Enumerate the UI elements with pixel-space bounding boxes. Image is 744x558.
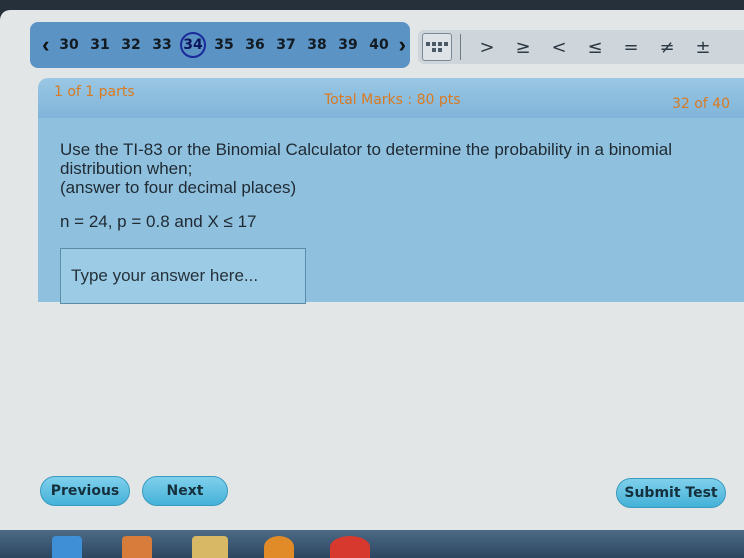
parts-header: 1 of 1 parts Total Marks : 80 pts 32 of … (38, 78, 744, 120)
question-number[interactable]: 35 (209, 37, 240, 53)
next-questions-arrow-icon[interactable]: › (395, 34, 411, 56)
not-equal-symbol-button[interactable]: ≠ (649, 37, 685, 58)
answer-input[interactable] (60, 248, 306, 304)
prev-questions-arrow-icon[interactable]: ‹ (38, 34, 54, 56)
question-number[interactable]: 37 (271, 37, 302, 53)
submit-test-button[interactable]: Submit Test (616, 478, 726, 508)
question-parameters: n = 24, p = 0.8 and X ≤ 17 (60, 212, 257, 231)
question-text: Use the TI-83 or the Binomial Calculator… (60, 140, 720, 197)
question-number[interactable]: 30 (54, 37, 85, 53)
question-number[interactable]: 33 (147, 37, 178, 53)
symbol-grid-icon[interactable] (422, 33, 452, 61)
question-number[interactable]: 40 (364, 37, 395, 53)
current-question-number[interactable]: 34 (178, 32, 209, 58)
next-button[interactable]: Next (142, 476, 228, 506)
less-equal-symbol-button[interactable]: ≤ (577, 37, 613, 58)
greater-than-symbol-button[interactable]: > (469, 37, 505, 58)
question-progress: 32 of 40 (671, 96, 730, 112)
question-instruction: (answer to four decimal places) (60, 178, 297, 197)
parts-count: 1 of 1 parts (54, 84, 135, 100)
symbol-toolbar: > ≥ < ≤ = ≠ ± (418, 30, 744, 64)
question-panel: Use the TI-83 or the Binomial Calculator… (38, 118, 744, 304)
plus-minus-symbol-button[interactable]: ± (685, 37, 721, 58)
greater-equal-symbol-button[interactable]: ≥ (505, 37, 541, 58)
file-explorer-icon[interactable] (192, 536, 228, 558)
question-number[interactable]: 39 (333, 37, 364, 53)
previous-button[interactable]: Previous (40, 476, 130, 506)
less-than-symbol-button[interactable]: < (541, 37, 577, 58)
chrome-icon[interactable] (330, 536, 370, 558)
toolbar-divider (460, 34, 461, 60)
question-number[interactable]: 36 (240, 37, 271, 53)
question-prompt: Use the TI-83 or the Binomial Calculator… (60, 140, 672, 178)
question-number-list: 30 31 32 33 34 35 36 37 38 39 40 (54, 32, 395, 58)
question-number[interactable]: 32 (116, 37, 147, 53)
question-number[interactable]: 31 (85, 37, 116, 53)
firefox-icon[interactable] (264, 536, 294, 558)
question-number[interactable]: 38 (302, 37, 333, 53)
taskbar (0, 530, 744, 558)
internet-explorer-icon[interactable] (52, 536, 82, 558)
media-player-icon[interactable] (122, 536, 152, 558)
total-marks: Total Marks : 80 pts (324, 92, 461, 108)
equals-symbol-button[interactable]: = (613, 37, 649, 58)
question-navigator: ‹ 30 31 32 33 34 35 36 37 38 39 40 › (30, 22, 410, 68)
